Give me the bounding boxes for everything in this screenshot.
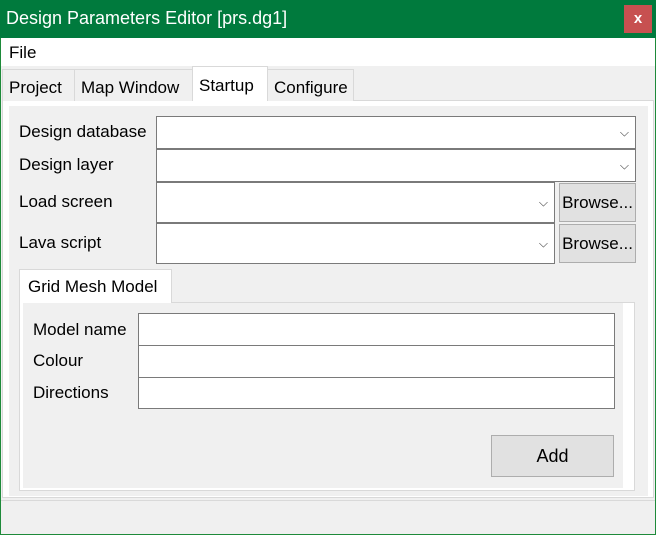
colour-input[interactable] <box>138 345 615 378</box>
design-database-combo[interactable]: ⌵ <box>156 116 636 149</box>
model-name-label: Model name <box>33 320 127 339</box>
chevron-down-icon: ⌵ <box>538 195 548 209</box>
tab-startup[interactable]: Startup <box>192 66 268 101</box>
menu-file[interactable]: File <box>9 43 36 63</box>
model-name-input[interactable] <box>138 313 615 346</box>
title-bar: Design Parameters Editor [prs.dg1] x <box>0 0 656 38</box>
add-button[interactable]: Add <box>491 435 614 477</box>
chevron-down-icon: ⌵ <box>619 125 629 139</box>
load-screen-browse-button[interactable]: Browse... <box>559 183 636 222</box>
lava-script-label: Lava script <box>19 233 102 252</box>
lava-script-browse-button[interactable]: Browse... <box>559 224 636 263</box>
close-button[interactable]: x <box>624 5 652 33</box>
chevron-down-icon: ⌵ <box>538 236 548 250</box>
load-screen-combo[interactable]: ⌵ <box>156 182 555 223</box>
lava-script-combo[interactable]: ⌵ <box>156 223 555 264</box>
design-database-label: Design database <box>19 122 147 141</box>
tab-configure[interactable]: Configure <box>267 69 354 101</box>
directions-label: Directions <box>33 383 109 402</box>
tab-map-window[interactable]: Map Window <box>74 69 193 101</box>
tab-project[interactable]: Project <box>2 69 75 101</box>
design-layer-label: Design layer <box>19 155 114 174</box>
chevron-down-icon: ⌵ <box>619 158 629 172</box>
design-layer-combo[interactable]: ⌵ <box>156 149 636 182</box>
directions-input[interactable] <box>138 377 615 409</box>
load-screen-label: Load screen <box>19 192 113 211</box>
menu-bar: File <box>1 38 655 66</box>
tab-grid-mesh-model[interactable]: Grid Mesh Model <box>19 269 172 303</box>
window-title: Design Parameters Editor [prs.dg1] <box>6 8 288 28</box>
status-bar <box>1 500 655 534</box>
colour-label: Colour <box>33 351 84 370</box>
